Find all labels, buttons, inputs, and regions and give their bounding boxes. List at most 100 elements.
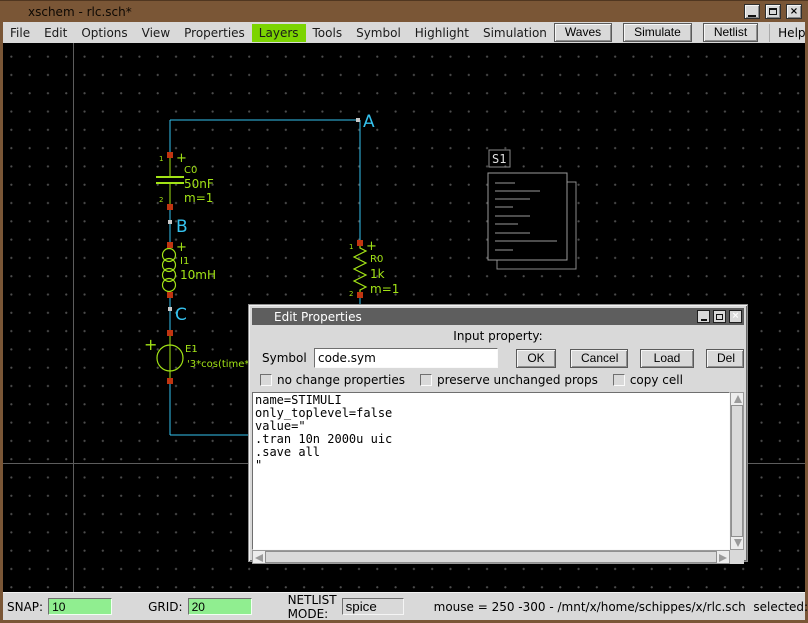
window-close-button[interactable]: ×	[786, 4, 802, 19]
component-source[interactable]: + E1 '3*cos(time*ti	[144, 330, 256, 384]
vertical-scrollbar-thumb[interactable]	[731, 405, 743, 537]
component-resistor[interactable]: + 1 2 R0 1k m=1	[349, 239, 399, 298]
resistor-name: R0	[370, 254, 383, 265]
copy-cell-label: copy cell	[630, 373, 683, 387]
component-code-block[interactable]: S1	[488, 150, 576, 269]
grid-input[interactable]	[188, 598, 252, 615]
menubar: File Edit Options View Properties Layers…	[3, 22, 805, 43]
menu-options[interactable]: Options	[74, 24, 134, 42]
load-button[interactable]: Load	[640, 349, 694, 368]
menu-tools[interactable]: Tools	[306, 24, 350, 42]
menu-layers[interactable]: Layers	[252, 24, 306, 42]
source-polarity: +	[144, 335, 157, 354]
component-capacitor[interactable]: + 1 2 C0 50nF m=1	[156, 151, 214, 210]
net-label-c: C	[175, 305, 187, 325]
horizontal-scrollbar-thumb[interactable]	[265, 551, 717, 563]
capacitor-mult: m=1	[184, 191, 213, 205]
mouse-coordinates-info: mouse = 250 -300 - /mnt/x/home/schippes/…	[434, 600, 808, 614]
menu-help[interactable]: Help	[769, 24, 808, 42]
dialog-title: Edit Properties	[274, 310, 362, 324]
menu-file[interactable]: File	[3, 24, 37, 42]
window-title: xschem - rlc.sch*	[28, 5, 132, 19]
scroll-up-icon[interactable]	[734, 395, 742, 403]
properties-textarea[interactable]: name=STIMULI only_toplevel=false value="…	[252, 392, 730, 550]
resistor-polarity: +	[366, 239, 377, 254]
grid-label: GRID:	[148, 600, 182, 614]
net-label-pins	[168, 118, 360, 311]
symbol-input[interactable]	[314, 348, 498, 368]
inductor-value: 10mH	[180, 268, 216, 282]
capacitor-pin2-square	[167, 204, 173, 210]
no-change-properties-checkbox[interactable]	[260, 374, 272, 386]
dialog-close-button[interactable]: ×	[729, 310, 742, 323]
maximize-icon	[716, 314, 723, 320]
vertical-scrollbar[interactable]	[730, 392, 744, 550]
resistor-mult: m=1	[370, 282, 399, 296]
netlist-mode-label: NETLIST MODE:	[288, 593, 337, 621]
close-icon: ×	[790, 7, 798, 17]
copy-cell-checkbox[interactable]	[613, 374, 625, 386]
waves-button[interactable]: Waves	[554, 23, 612, 42]
inductor-polarity: +	[176, 240, 187, 255]
preserve-unchanged-props-checkbox[interactable]	[420, 374, 432, 386]
menu-symbol[interactable]: Symbol	[349, 24, 408, 42]
resistor-value: 1k	[370, 267, 385, 281]
scroll-down-icon[interactable]	[734, 539, 742, 547]
cancel-button[interactable]: Cancel	[570, 349, 628, 368]
menu-edit[interactable]: Edit	[37, 24, 74, 42]
window-titlebar[interactable]: xschem - rlc.sch* ×	[0, 0, 808, 22]
net-label-a: A	[363, 112, 375, 132]
preserve-unchanged-props-label: preserve unchanged props	[437, 373, 598, 387]
close-icon: ×	[732, 312, 740, 321]
scroll-left-icon[interactable]	[255, 554, 263, 562]
del-button[interactable]: Del	[706, 349, 744, 368]
netlist-mode-input[interactable]	[342, 598, 404, 615]
menu-highlight[interactable]: Highlight	[408, 24, 476, 42]
code-block-name: S1	[492, 152, 506, 166]
resistor-pin1-square	[357, 240, 363, 246]
maximize-icon	[769, 8, 777, 15]
net-labels[interactable]: A B C	[175, 112, 375, 325]
source-value: '3*cos(time*ti	[187, 359, 256, 370]
component-inductor[interactable]: + I1 10mH	[163, 240, 216, 298]
scrollbar-corner	[730, 550, 744, 564]
schematic-canvas[interactable]: A B C + 1 2 C0 50nF m=1	[3, 43, 805, 592]
capacitor-name: C0	[184, 165, 197, 176]
dialog-titlebar[interactable]: Edit Properties ×	[252, 308, 744, 325]
snap-input[interactable]	[48, 598, 112, 615]
ok-button[interactable]: OK	[516, 349, 556, 368]
capacitor-pin1-square	[167, 152, 173, 158]
horizontal-scrollbar[interactable]	[252, 550, 730, 564]
window-maximize-button[interactable]	[765, 4, 781, 19]
input-property-label: Input property:	[252, 325, 744, 346]
window-minimize-button[interactable]	[744, 4, 760, 19]
menu-properties[interactable]: Properties	[177, 24, 252, 42]
dialog-maximize-button[interactable]	[713, 310, 726, 323]
inductor-name: I1	[180, 256, 189, 267]
minimize-icon	[748, 15, 756, 17]
minimize-icon	[701, 319, 707, 321]
resistor-pin1-number: 1	[349, 243, 353, 251]
menu-simulation[interactable]: Simulation	[476, 24, 554, 42]
inductor-pin2-square	[167, 292, 173, 298]
resistor-pin2-number: 2	[349, 290, 353, 298]
resistor-pin2-square	[357, 292, 363, 298]
scroll-right-icon[interactable]	[719, 554, 727, 562]
source-name: E1	[185, 344, 198, 355]
inductor-pin1-square	[167, 242, 173, 248]
menu-view[interactable]: View	[135, 24, 177, 42]
capacitor-pin1-number: 1	[159, 155, 163, 163]
source-pin2-square	[167, 378, 173, 384]
capacitor-polarity: +	[176, 151, 187, 166]
simulate-button[interactable]: Simulate	[623, 23, 692, 42]
y-axis-line	[73, 43, 74, 592]
net-label-b: B	[176, 217, 188, 237]
dialog-minimize-button[interactable]	[697, 310, 710, 323]
capacitor-pin2-number: 2	[159, 196, 163, 204]
netlist-button[interactable]: Netlist	[703, 23, 758, 42]
capacitor-value: 50nF	[184, 177, 214, 191]
snap-label: SNAP:	[7, 600, 43, 614]
xschem-window: xschem - rlc.sch* × File Edit Options Vi…	[0, 0, 808, 623]
source-pin1-square	[167, 330, 173, 336]
no-change-properties-label: no change properties	[277, 373, 405, 387]
